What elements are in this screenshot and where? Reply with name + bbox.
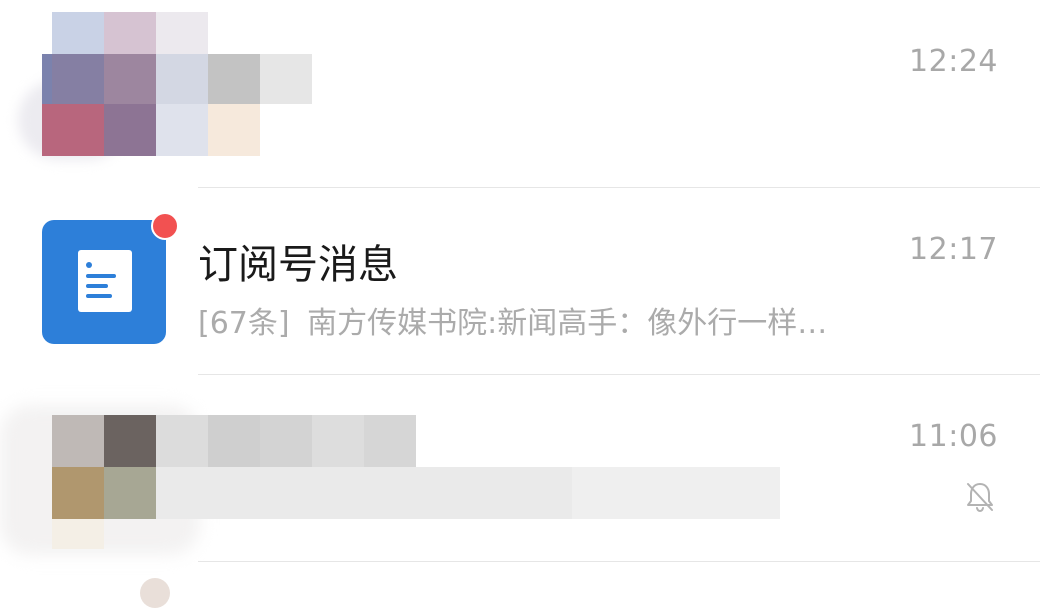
- message-time: 12:17: [909, 232, 998, 267]
- message-count: [67条]: [198, 306, 290, 341]
- chat-title: 订阅号消息: [198, 242, 398, 288]
- message-time: 12:24: [909, 44, 998, 79]
- avatar: [0, 0, 320, 170]
- preview-text: 南方传媒书院:新闻高手：像外行一样…: [307, 306, 828, 341]
- chat-row-partial[interactable]: [140, 576, 170, 608]
- chat-row[interactable]: 12:24: [0, 0, 1040, 188]
- avatar: [140, 578, 170, 608]
- chat-preview: [67条] 南方传媒书院:新闻高手：像外行一样…: [198, 298, 827, 342]
- subscription-avatar: [42, 220, 166, 344]
- chat-row-subscriptions[interactable]: 订阅号消息 [67条] 南方传媒书院:新闻高手：像外行一样… 12:17: [0, 188, 1040, 375]
- message-time: 11:06: [909, 419, 998, 454]
- bell-off-icon: [967, 483, 993, 513]
- divider: [198, 561, 1040, 562]
- unread-dot: [151, 212, 179, 240]
- chat-preview-redacted: [156, 467, 572, 519]
- document-icon: [78, 250, 132, 312]
- chat-row[interactable]: 11:06: [0, 375, 1040, 562]
- chat-title-redacted: [156, 415, 416, 467]
